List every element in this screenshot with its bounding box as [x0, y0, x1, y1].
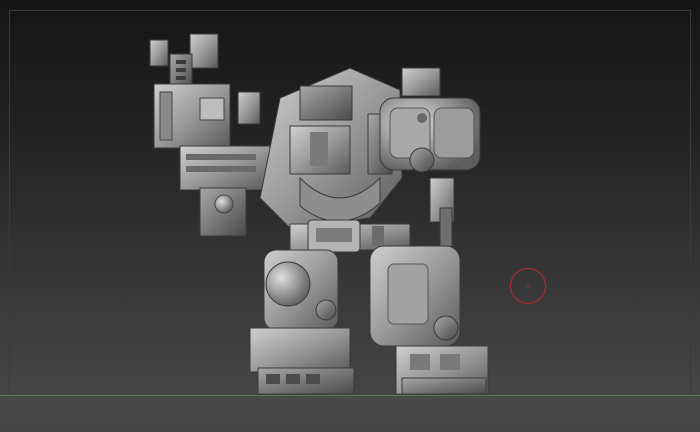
floor-plane: [0, 396, 700, 432]
sculpt-viewport[interactable]: [0, 0, 700, 432]
right-leg: [369, 245, 489, 395]
mech-robot-model[interactable]: [140, 28, 500, 398]
brush-center-dot: [527, 285, 529, 287]
left-leg: [249, 249, 355, 395]
brush-cursor: [510, 268, 546, 304]
gun-arm: [149, 33, 271, 237]
